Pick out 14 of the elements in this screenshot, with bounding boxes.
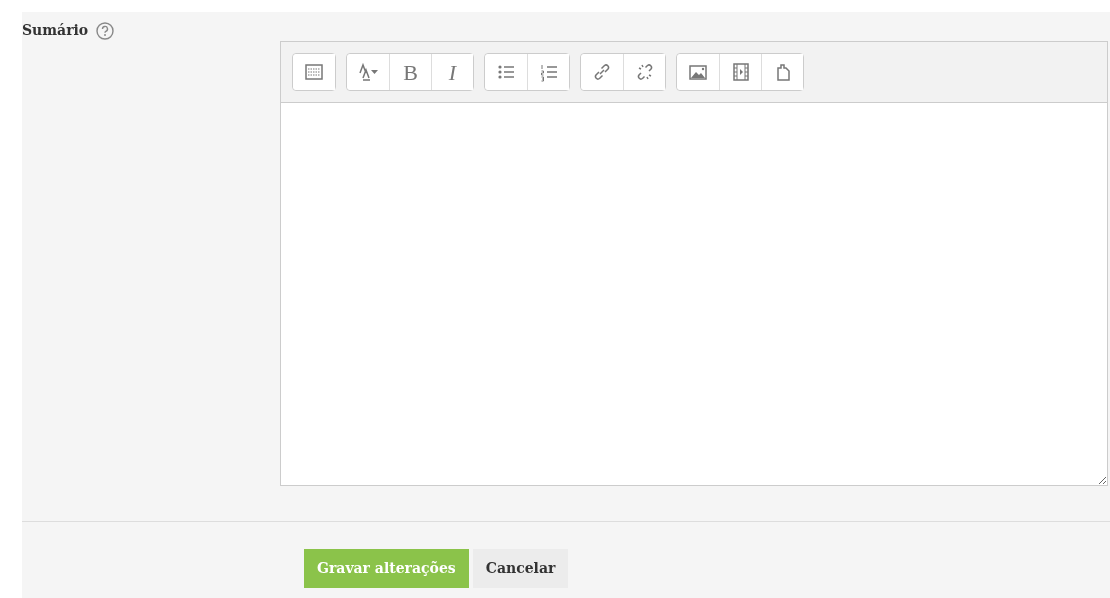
unlink-button[interactable] bbox=[623, 54, 665, 90]
film-icon bbox=[730, 62, 751, 82]
toolbar-toggle-button[interactable] bbox=[293, 54, 335, 90]
cancel-button[interactable]: Cancelar bbox=[472, 549, 569, 588]
numbered-list-icon bbox=[538, 62, 559, 82]
numbered-list-button[interactable] bbox=[527, 54, 569, 90]
image-icon bbox=[688, 62, 708, 82]
help-icon[interactable] bbox=[96, 21, 115, 40]
italic-button[interactable]: I bbox=[431, 54, 473, 90]
link-icon bbox=[592, 62, 612, 82]
file-button[interactable] bbox=[761, 54, 803, 90]
toolbar-toggle-icon bbox=[304, 62, 324, 82]
field-label: Sumário bbox=[22, 21, 89, 40]
font-style-icon bbox=[358, 62, 378, 82]
